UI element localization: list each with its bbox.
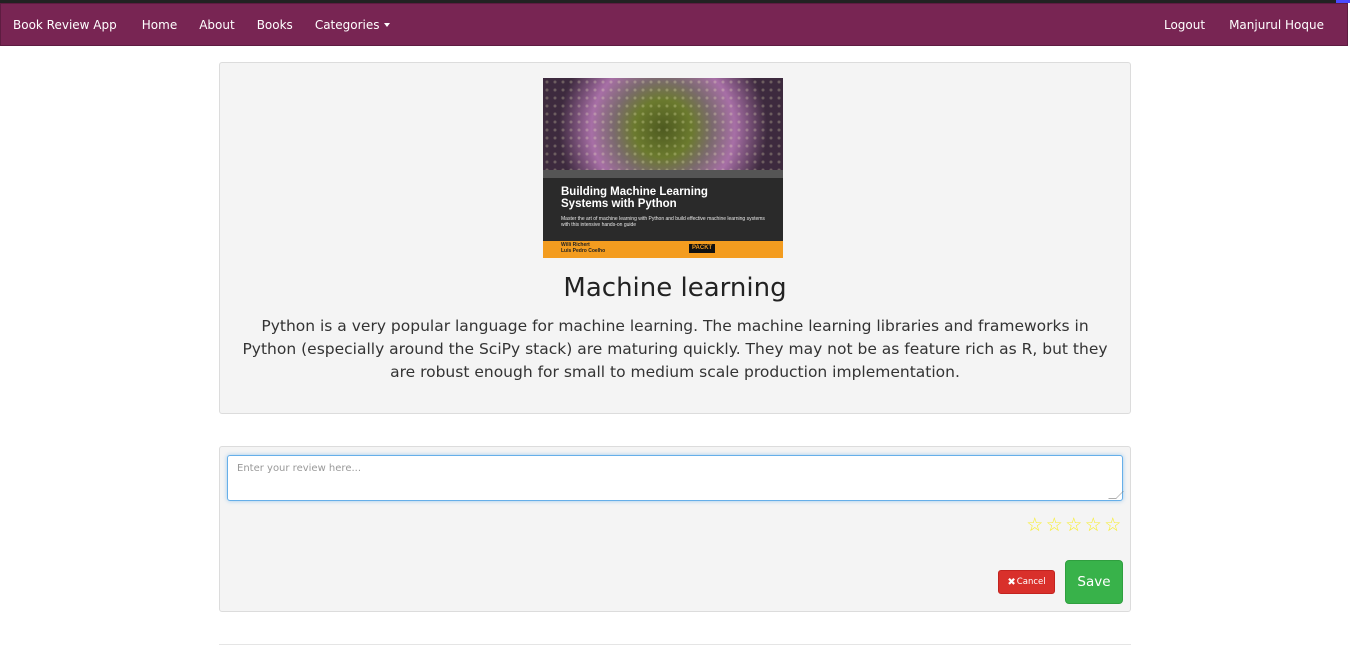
cover-author-2: Luis Pedro Coelho	[561, 248, 606, 254]
cover-photo	[543, 78, 783, 170]
cover-authors: Willi Richert Luis Pedro Coelho	[561, 242, 605, 254]
caret-down-icon	[383, 23, 390, 27]
nav-user-profile[interactable]: Manjurul Hoque	[1217, 18, 1336, 32]
nav-categories-dropdown[interactable]: Categories	[304, 18, 401, 32]
nav-home[interactable]: Home	[131, 18, 188, 32]
star-rating: ☆ ☆ ☆ ☆ ☆	[1025, 515, 1123, 535]
cover-subtitle: Master the art of machine learning with …	[561, 216, 765, 228]
cover-title-line1: Building Machine Learning	[561, 186, 708, 198]
nav-books[interactable]: Books	[246, 18, 304, 32]
cover-title-line2: Systems with Python	[561, 198, 677, 210]
cover-title: Building Machine Learning Systems with P…	[561, 186, 771, 210]
navbar: Book Review App Home About Books Categor…	[0, 3, 1348, 46]
star-4-icon[interactable]: ☆	[1084, 515, 1104, 535]
close-icon: ✖	[1007, 576, 1016, 588]
publisher-logo: PACKT	[689, 244, 716, 253]
book-detail-panel: Building Machine Learning Systems with P…	[219, 62, 1131, 414]
content-divider	[219, 644, 1131, 645]
nav-logout[interactable]: Logout	[1152, 18, 1217, 32]
book-title: Machine learning	[563, 273, 787, 303]
star-2-icon[interactable]: ☆	[1045, 515, 1065, 535]
save-button[interactable]: Save	[1065, 560, 1123, 604]
star-3-icon[interactable]: ☆	[1064, 515, 1084, 535]
navbar-right: Logout Manjurul Hoque	[1152, 18, 1336, 32]
cancel-label: Cancel	[1016, 577, 1046, 587]
star-5-icon[interactable]: ☆	[1103, 515, 1123, 535]
book-description: Python is a very popular language for ma…	[242, 317, 1108, 381]
nav-about[interactable]: About	[188, 18, 245, 32]
review-textarea[interactable]	[227, 455, 1123, 501]
cover-band	[543, 170, 783, 178]
cancel-button[interactable]: ✖ Cancel	[998, 570, 1055, 594]
brand-link[interactable]: Book Review App	[13, 18, 117, 32]
review-form-panel: ☆ ☆ ☆ ☆ ☆ ✖Cancel Save	[219, 446, 1131, 612]
star-1-icon[interactable]: ☆	[1025, 515, 1045, 535]
nav-categories-label: Categories	[314, 17, 380, 32]
book-cover-image: Building Machine Learning Systems with P…	[543, 78, 783, 258]
